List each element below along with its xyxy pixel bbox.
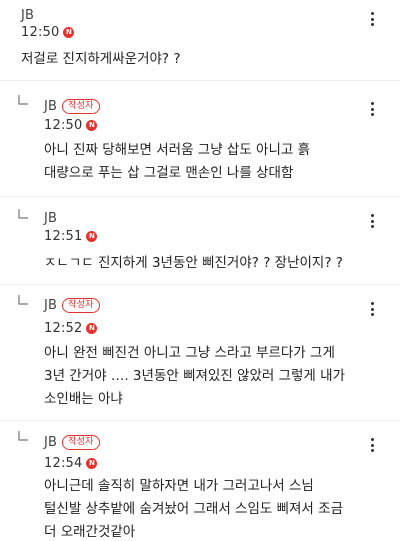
more-vertical-icon [370, 302, 374, 305]
new-badge: N [86, 120, 98, 131]
comment-body: 아니근데 솔직히 말하자면 내가 그러고나서 스님 털신발 상추밭에 숨겨놨어 … [44, 475, 343, 541]
comment-author[interactable]: JB [21, 8, 34, 23]
comment-line: 아니근데 솔직히 말하자면 내가 그러고나서 스님 [44, 478, 314, 494]
comment-line: 3년 간거야 …. 3년동안 삐져있진 않았러 그렇게 내가 [44, 368, 345, 384]
reply-item: JB 12:51 N ㅈㄴㄱㄷ 진지하게 3년동안 삐진거야? ? 장난이지? … [0, 197, 400, 284]
comment-line: 소인배는 아냐 [44, 391, 123, 407]
comment-time-text: 12:52 [44, 321, 83, 336]
more-options-button[interactable] [360, 297, 384, 321]
more-vertical-icon [370, 214, 374, 217]
comment-line: 저걸로 진지하게싸운거야? ? [21, 51, 181, 67]
comment-line: 대량으로 푸는 삽 그걸로 맨손인 나를 상대함 [44, 165, 294, 181]
comment-line: 더 오래간것같아 [44, 524, 136, 540]
more-options-button[interactable] [360, 433, 384, 457]
reply-arrow-icon [18, 295, 28, 307]
comment-author: JB 작성자 [44, 99, 100, 114]
writer-badge: 작성자 [62, 298, 100, 313]
more-vertical-icon [370, 438, 374, 441]
reply-item: JB 작성자 12:50 N 아니 진짜 당해보면 서러움 그냥 삽도 아니고 흙… [0, 81, 400, 196]
comment-body: 저걸로 진지하게싸운거야? ? [21, 48, 181, 71]
writer-badge: 작성자 [62, 99, 100, 114]
comment-time: 12:50 N [44, 118, 98, 133]
comment-author: JB 작성자 [44, 435, 100, 450]
reply-arrow-icon [18, 431, 28, 443]
comment-author[interactable]: JB [44, 211, 57, 226]
reply-arrow-icon [18, 209, 28, 221]
comment-line: ㅈㄴㄱㄷ 진지하게 3년동안 삐진거야? ? 장난이지? ? [44, 255, 343, 271]
comment-body: 아니 진짜 당해보면 서러움 그냥 삽도 아니고 흙 대량으로 푸는 삽 그걸로… [44, 139, 310, 185]
comment-time-text: 12:50 [21, 25, 60, 40]
reply-arrow-icon [18, 95, 28, 107]
more-options-button[interactable] [360, 97, 384, 121]
more-options-button[interactable] [360, 7, 384, 31]
more-vertical-icon [370, 102, 374, 105]
comment-line: 아니 완전 삐진건 아니고 그냥 스라고 부르다가 그게 [44, 345, 335, 361]
new-badge: N [86, 231, 98, 242]
comment-line: 아니 진짜 당해보면 서러움 그냥 삽도 아니고 흙 [44, 142, 311, 158]
writer-badge: 작성자 [62, 435, 100, 450]
comment-time-text: 12:54 [44, 456, 83, 471]
comment-item: JB 12:50 N 저걸로 진지하게싸운거야? ? [0, 0, 400, 80]
author-name[interactable]: JB [44, 298, 57, 313]
author-name[interactable]: JB [44, 435, 57, 450]
comment-body: ㅈㄴㄱㄷ 진지하게 3년동안 삐진거야? ? 장난이지? ? [44, 252, 343, 275]
new-badge: N [86, 323, 98, 334]
new-badge: N [86, 458, 98, 469]
comment-time: 12:54 N [44, 456, 98, 471]
author-name[interactable]: JB [44, 99, 57, 114]
comment-time-text: 12:51 [44, 229, 83, 244]
comment-line: 털신발 상추밭에 숨겨놨어 그래서 스임도 삐져서 조금 [44, 501, 343, 517]
comment-time: 12:52 N [44, 321, 98, 336]
reply-item: JB 작성자 12:52 N 아니 완전 삐진건 아니고 그냥 스라고 부르다가 … [0, 285, 400, 420]
reply-item: JB 작성자 12:54 N 아니근데 솔직히 말하자면 내가 그러고나서 스님 … [0, 421, 400, 541]
comment-time-text: 12:50 [44, 118, 83, 133]
comment-time: 12:51 N [44, 229, 98, 244]
comment-author: JB 작성자 [44, 298, 100, 313]
comment-body: 아니 완전 삐진건 아니고 그냥 스라고 부르다가 그게 3년 간거야 …. 3… [44, 342, 345, 411]
new-badge: N [63, 27, 75, 38]
more-vertical-icon [370, 12, 374, 15]
comment-time: 12:50 N [21, 25, 75, 40]
more-options-button[interactable] [360, 209, 384, 233]
